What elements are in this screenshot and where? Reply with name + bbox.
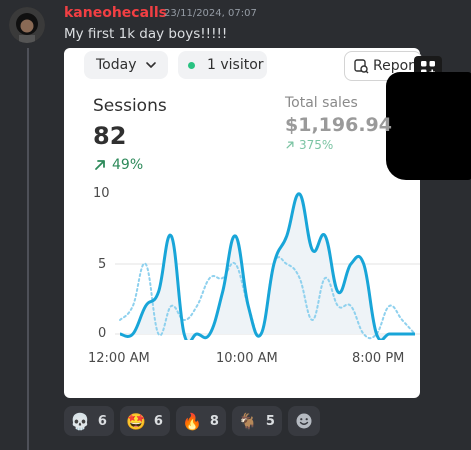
reactions-bar: 💀 6 🤩 6 🔥 8 🐐 5 [64,406,320,436]
live-status-dot [188,61,195,69]
smiley-add-reaction-icon [296,413,312,429]
sessions-label: Sessions [93,96,167,116]
goat-icon: 🐐 [237,411,258,431]
username[interactable]: kaneohecalls [64,5,167,21]
y-tick-label: 10 [93,186,110,201]
x-tick-label: 10:00 AM [216,351,278,366]
fire-icon: 🔥 [181,411,202,431]
reaction-count: 6 [153,413,163,429]
sessions-change-value: 49% [112,157,144,173]
reaction-count: 8 [209,413,219,429]
thread-line [27,48,29,450]
add-reaction-button[interactable] [287,406,320,436]
reaction-count: 6 [97,413,107,429]
report-icon [354,59,369,74]
reaction-count: 5 [265,413,275,429]
arrow-up-right-icon [95,160,105,170]
sessions-change: 49% [93,157,143,173]
date-filter-dropdown[interactable]: Today [84,51,168,79]
x-tick-label: 8:00 PM [352,351,405,366]
message-text: My first 1k day boys!!!!! [64,26,228,42]
total-sales-change-value: 375% [299,138,334,152]
reaction-skull[interactable]: 💀 6 [64,406,114,436]
live-visitors-label: 1 visitor [207,57,264,73]
message-timestamp: 23/11/2024, 07:07 [164,8,257,19]
total-sales-label: Total sales [285,95,358,111]
reaction-fire[interactable]: 🔥 8 [175,406,226,436]
live-visitors-chip[interactable]: 1 visitor [178,51,267,79]
sessions-value: 82 [93,122,127,150]
y-tick-label: 0 [98,326,107,341]
total-sales-change: 375% [285,138,333,152]
redacted-area [386,72,471,180]
reaction-star-struck[interactable]: 🤩 6 [119,406,170,436]
reaction-goat[interactable]: 🐐 5 [231,406,282,436]
chevron-down-icon [145,62,156,68]
total-sales-value: $1,196.94 [285,114,392,136]
y-tick-label: 5 [98,257,107,272]
star-struck-icon: 🤩 [125,411,146,431]
avatar[interactable] [9,7,45,43]
x-tick-label: 12:00 AM [88,351,150,366]
skull-icon: 💀 [70,411,90,431]
arrow-up-right-icon [286,141,294,149]
date-filter-label: Today [96,57,137,73]
avatar-image [9,7,45,43]
sessions-chart [115,192,420,340]
